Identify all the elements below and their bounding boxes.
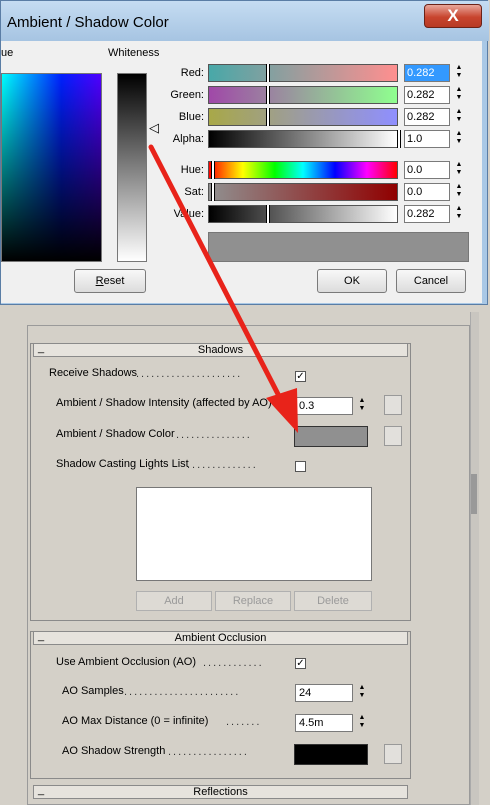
arrow-shaft — [148, 144, 283, 401]
arrow-head — [266, 388, 298, 433]
annotation-arrow — [148, 144, 298, 433]
